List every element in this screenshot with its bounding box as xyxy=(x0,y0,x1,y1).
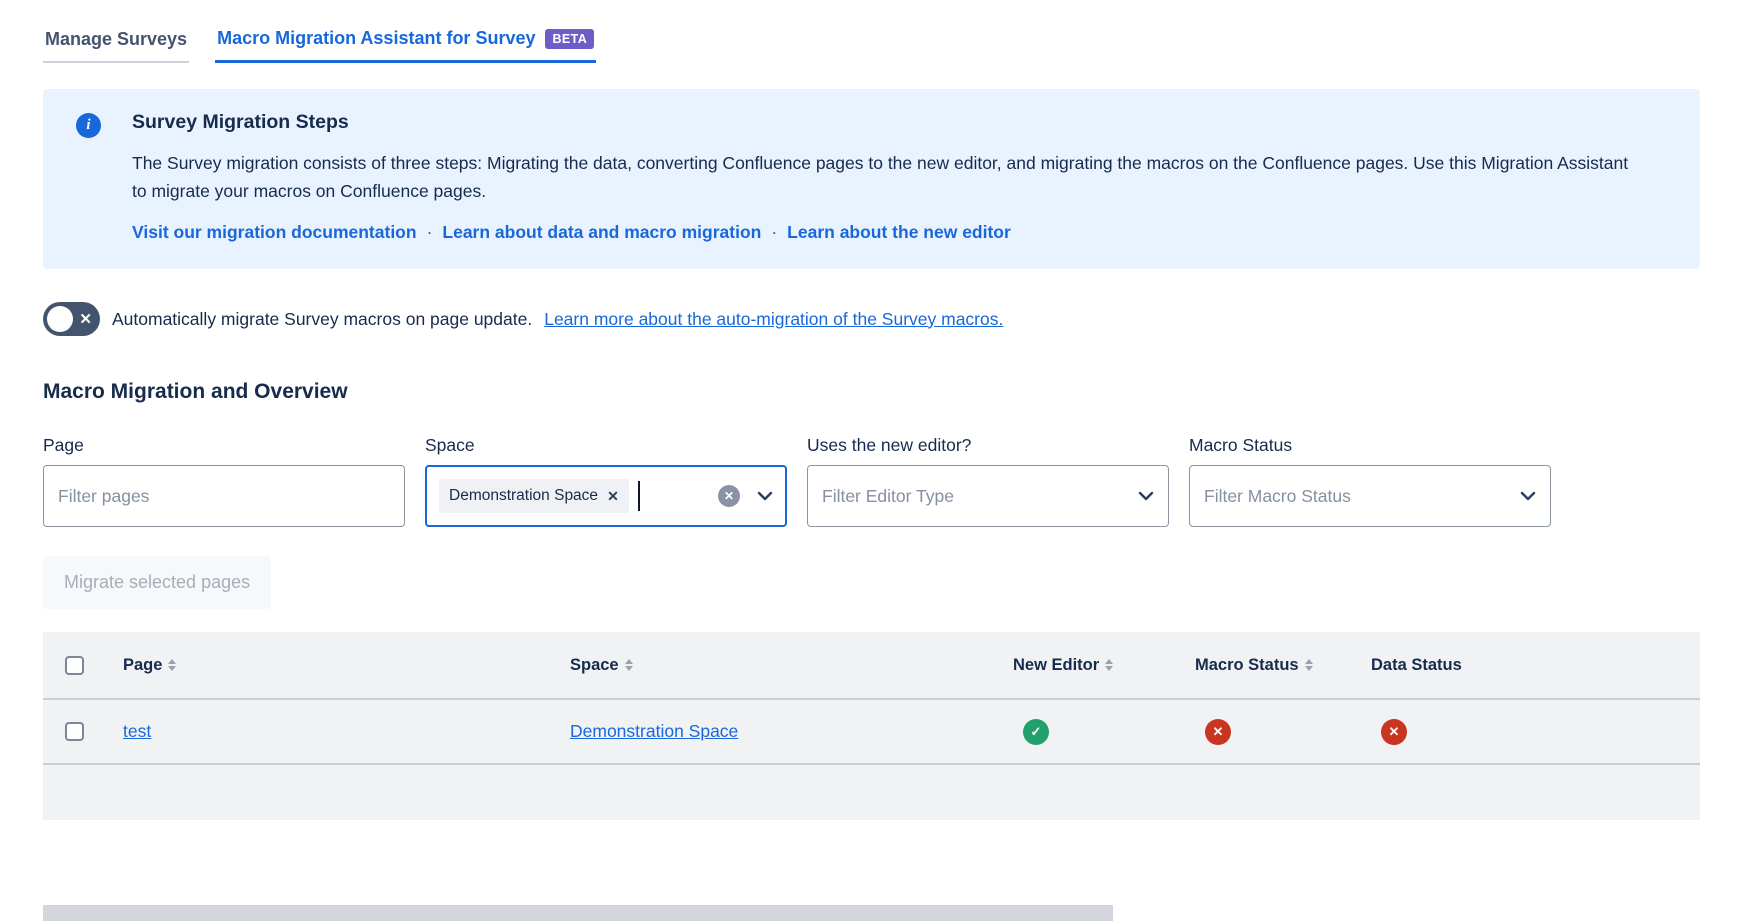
link-separator: · xyxy=(426,222,433,242)
toggle-off-x-icon: ✕ xyxy=(79,311,92,328)
clear-select-icon[interactable]: ✕ xyxy=(718,485,740,507)
page-link[interactable]: test xyxy=(123,721,151,741)
filter-editor: Uses the new editor? Filter Editor Type xyxy=(807,435,1169,527)
tab-bar: Manage Surveys Macro Migration Assistant… xyxy=(43,24,1700,63)
table-row: test Demonstration Space ✓ ✕ ✕ xyxy=(43,700,1700,765)
space-filter-select[interactable]: Demonstration Space ✕ ✕ xyxy=(425,465,787,527)
filter-bar: Page Filter pages Space Demonstration Sp… xyxy=(43,435,1700,527)
filter-macro-status: Macro Status Filter Macro Status xyxy=(1189,435,1551,527)
auto-migration-learn-more-link[interactable]: Learn more about the auto-migration of t… xyxy=(544,309,1003,330)
auto-migration-toggle[interactable]: ✕ xyxy=(43,302,100,336)
editor-filter-placeholder: Filter Editor Type xyxy=(822,485,954,506)
column-header-space[interactable]: Space xyxy=(570,656,1013,675)
info-icon: i xyxy=(76,113,101,138)
survey-migration-info-panel: i Survey Migration Steps The Survey migr… xyxy=(43,89,1700,269)
macro-migration-page: Manage Surveys Macro Migration Assistant… xyxy=(0,0,1744,820)
chip-remove-icon[interactable]: ✕ xyxy=(607,488,619,505)
link-data-macro-migration[interactable]: Learn about data and macro migration xyxy=(442,222,761,243)
macro-status-filter-placeholder: Filter Macro Status xyxy=(1204,485,1351,506)
info-panel-body: Survey Migration Steps The Survey migrat… xyxy=(132,111,1642,243)
space-link[interactable]: Demonstration Space xyxy=(570,721,738,741)
link-new-editor[interactable]: Learn about the new editor xyxy=(787,222,1011,243)
info-panel-text: The Survey migration consists of three s… xyxy=(132,153,1629,201)
space-chip-label: Demonstration Space xyxy=(449,487,599,504)
filter-space-label: Space xyxy=(425,435,475,455)
migration-table: Page Space New Editor Macro Status Data … xyxy=(43,632,1700,820)
info-panel-title: Survey Migration Steps xyxy=(132,111,349,133)
section-title: Macro Migration and Overview xyxy=(43,380,348,403)
editor-filter-select[interactable]: Filter Editor Type xyxy=(807,465,1169,527)
column-header-macro-status[interactable]: Macro Status xyxy=(1195,656,1371,675)
bottom-partial-bar xyxy=(43,905,1113,921)
filter-space: Space Demonstration Space ✕ ✕ xyxy=(425,435,787,527)
macro-status-filter-select[interactable]: Filter Macro Status xyxy=(1189,465,1551,527)
space-select-controls: ✕ xyxy=(718,485,773,507)
chevron-down-icon[interactable] xyxy=(1520,491,1536,501)
tab-manage-surveys-label: Manage Surveys xyxy=(45,29,188,49)
chevron-down-icon[interactable] xyxy=(757,491,773,501)
column-header-page[interactable]: Page xyxy=(123,656,570,675)
sort-icon[interactable] xyxy=(1105,659,1114,671)
table-header-row: Page Space New Editor Macro Status Data … xyxy=(43,632,1700,700)
filter-macro-status-label: Macro Status xyxy=(1189,435,1293,455)
text-cursor xyxy=(637,481,640,511)
filter-editor-label: Uses the new editor? xyxy=(807,435,972,455)
macro-status-error-icon: ✕ xyxy=(1205,718,1231,745)
page-filter-input[interactable]: Filter pages xyxy=(43,465,405,527)
toggle-knob xyxy=(47,306,73,332)
filter-page: Page Filter pages xyxy=(43,435,405,527)
info-panel-links: Visit our migration documentation · Lear… xyxy=(132,222,1642,243)
new-editor-success-icon: ✓ xyxy=(1023,718,1049,745)
row-checkbox[interactable] xyxy=(65,722,84,741)
auto-migration-row: ✕ Automatically migrate Survey macros on… xyxy=(43,302,1700,336)
tab-macro-migration-assistant[interactable]: Macro Migration Assistant for Survey BET… xyxy=(215,24,597,63)
link-migration-documentation[interactable]: Visit our migration documentation xyxy=(132,222,417,243)
table-empty-space xyxy=(43,765,1700,820)
filter-page-label: Page xyxy=(43,435,84,455)
data-status-error-icon: ✕ xyxy=(1381,718,1407,745)
page-filter-placeholder: Filter pages xyxy=(58,485,150,506)
sort-icon[interactable] xyxy=(1304,659,1313,671)
migrate-selected-pages-button[interactable]: Migrate selected pages xyxy=(43,556,272,609)
column-header-data-status: Data Status xyxy=(1371,655,1462,674)
beta-badge: BETA xyxy=(545,28,595,49)
link-separator: · xyxy=(771,222,778,242)
column-header-new-editor[interactable]: New Editor xyxy=(1013,656,1195,675)
space-selected-chip: Demonstration Space ✕ xyxy=(439,479,629,513)
tab-macro-migration-assistant-label: Macro Migration Assistant for Survey xyxy=(217,28,536,48)
sort-icon[interactable] xyxy=(624,659,633,671)
chevron-down-icon[interactable] xyxy=(1138,491,1154,501)
select-all-checkbox[interactable] xyxy=(65,655,84,675)
tab-manage-surveys[interactable]: Manage Surveys xyxy=(43,25,190,63)
auto-migration-text: Automatically migrate Survey macros on p… xyxy=(112,308,533,329)
sort-icon[interactable] xyxy=(168,659,177,671)
